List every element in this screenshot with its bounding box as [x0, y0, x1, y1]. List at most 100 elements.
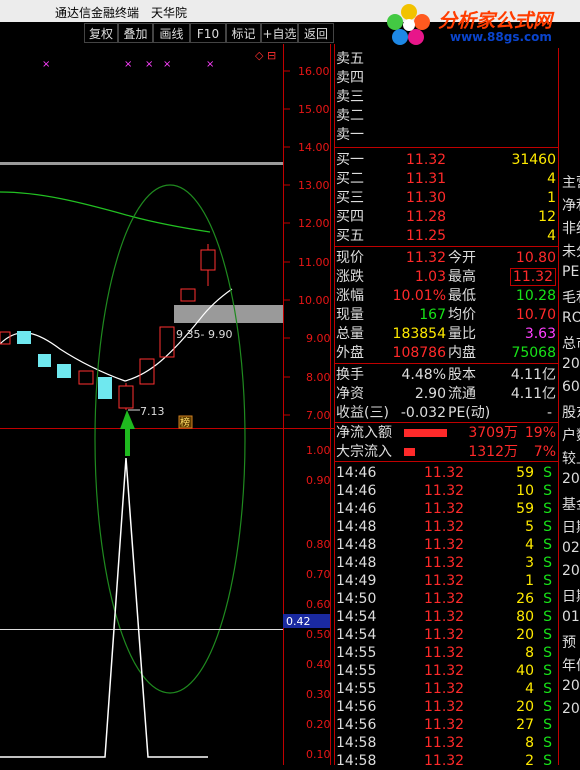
tick-cell: 4 — [525, 681, 534, 697]
tick-cell: 11.32 — [424, 501, 465, 517]
tick-cell: 4 — [525, 537, 534, 553]
add-watchlist-button[interactable]: +自选 — [261, 23, 298, 43]
tick-cell: S — [543, 537, 552, 553]
f10-item-label[interactable]: 日期 — [562, 586, 580, 606]
ma-line-green — [0, 191, 211, 233]
f10-item-label[interactable]: 股东 — [562, 402, 580, 422]
tick-cell: 11.32 — [424, 627, 465, 643]
fund-row: 净资 2.90 流通 4.11亿 — [336, 386, 556, 402]
sell-4-row: 卖四 — [336, 70, 364, 86]
buy-2-row: 买二 11.31 4 — [336, 171, 556, 187]
tick-cell: S — [543, 663, 552, 679]
site-logo: 分析家公式网 www.88gs.com — [378, 0, 580, 48]
back-button[interactable]: 返回 — [298, 23, 334, 43]
indicator-tick: 0.80 — [306, 538, 331, 551]
f10-item-label[interactable]: 总市 — [562, 333, 580, 353]
tick-cell: 59 — [516, 501, 534, 517]
tick-row: 14:50 11.32 26 S — [334, 590, 558, 608]
f10-item-label[interactable]: 净利 — [562, 195, 580, 215]
f10-item-label[interactable]: 01- — [562, 609, 580, 625]
tick-cell: 80 — [516, 609, 534, 625]
f10-item-label[interactable]: 201 — [562, 701, 580, 717]
tick-cell: S — [543, 645, 552, 661]
quote-panel: 卖五 卖四 卖三 卖二 卖一 买一 11.32 31460 买二 11.31 4 买三 1… — [334, 44, 558, 769]
f10-item-label[interactable]: 非经 — [562, 218, 580, 238]
tick-cell: 11.32 — [424, 555, 465, 571]
tick-cell: 14:48 — [336, 537, 377, 553]
tick-cell: 11.32 — [424, 753, 465, 769]
svg-text:×: × — [163, 59, 171, 70]
f10-item-label[interactable]: 户数 — [562, 425, 580, 445]
tick-cell: 2 — [525, 753, 534, 769]
price-tick: 13.00 — [298, 179, 330, 192]
svg-text:×: × — [206, 59, 214, 70]
tick-cell: 14:56 — [336, 717, 377, 733]
buy-1-row: 买一 11.32 31460 — [336, 152, 556, 168]
fuquan-button[interactable]: 复权 — [84, 23, 118, 43]
fund-row: 换手 4.48% 股本 4.11亿 — [336, 367, 556, 383]
svg-text:×: × — [124, 59, 132, 70]
event-markers: × × × × × — [42, 59, 214, 70]
tick-cell: 14:55 — [336, 681, 377, 697]
tick-cell: 8 — [525, 645, 534, 661]
indicator-tick: 0.50 — [306, 628, 331, 641]
f10-item-label[interactable]: PE — [562, 264, 579, 280]
logo-url: www.88gs.com — [450, 30, 552, 44]
f10-item-label[interactable]: 预 — [562, 632, 576, 652]
indicator-spike — [0, 457, 208, 758]
range-zone — [174, 305, 283, 323]
draw-line-button[interactable]: 画线 — [153, 23, 190, 43]
svg-text:×: × — [145, 59, 153, 70]
f10-item-label[interactable]: 主营 — [562, 172, 580, 192]
chart-options-icon[interactable]: ◇ ⊟ — [255, 49, 276, 62]
tick-cell: S — [543, 699, 552, 715]
indicator-tick: 0.60 — [306, 598, 331, 611]
tick-row: 14:56 11.32 27 S — [334, 716, 558, 734]
range-label: 9.35- 9.90 — [176, 328, 232, 341]
sell-5-row: 卖五 — [336, 51, 364, 67]
f10-item-label[interactable]: 201 — [562, 563, 580, 579]
f10-item-label[interactable]: 201 — [562, 471, 580, 487]
net-inflow-row: 净流入额 3709万 19% — [336, 425, 556, 441]
tick-cell: 14:48 — [336, 555, 377, 571]
f10-item-label[interactable]: 60 — [562, 379, 580, 395]
f10-item-label[interactable]: 毛利 — [562, 287, 580, 307]
price-tick: 8.00 — [306, 371, 331, 384]
tick-cell: 10 — [516, 483, 534, 499]
f10-button[interactable]: F10 — [190, 23, 226, 43]
tick-row: 14:46 11.32 59 S — [334, 464, 558, 482]
candles — [0, 244, 216, 410]
indicator-tick: 1.00 — [306, 444, 331, 457]
tick-cell: 14:54 — [336, 627, 377, 643]
f10-item-label[interactable]: 02- — [562, 540, 580, 556]
overlay-button[interactable]: 叠加 — [118, 23, 153, 43]
logo-title: 分析家公式网 — [438, 10, 553, 32]
tick-cell: 11.32 — [424, 717, 465, 733]
f10-item-label[interactable]: 基金 — [562, 494, 580, 514]
f10-side-panel[interactable]: 主营净利非经未分 PE 毛利 RO 总市 20 60 股东户数较上 201 基金日期 02- 201 日… — [558, 48, 580, 765]
stat-row: 总量 183854 量比 3.63 — [336, 326, 556, 342]
buy-5-row: 买五 11.25 4 — [336, 228, 556, 244]
mark-button[interactable]: 标记 — [226, 23, 261, 43]
tick-cell: 11.32 — [424, 483, 465, 499]
f10-item-label[interactable]: RO — [562, 310, 580, 326]
tick-cell: 26 — [516, 591, 534, 607]
tick-cell: S — [543, 681, 552, 697]
tick-cell: S — [543, 753, 552, 769]
app-title: 通达信金融终端 — [55, 6, 140, 20]
price-tick: 11.00 — [298, 256, 330, 269]
chart-toolbar: 复权 叠加 画线 F10 标记 +自选 返回 — [0, 22, 334, 44]
f10-item-label[interactable]: 较上 — [562, 448, 580, 468]
tick-cell: 11.32 — [424, 663, 465, 679]
tick-row: 14:58 11.32 2 S — [334, 752, 558, 770]
indicator-tick: 0.20 — [306, 718, 331, 731]
tick-cell: 14:46 — [336, 465, 377, 481]
f10-item-label[interactable]: 未分 — [562, 241, 580, 261]
f10-item-label[interactable]: 20 — [562, 356, 580, 372]
f10-item-label[interactable]: 日期 — [562, 517, 580, 537]
kline-chart[interactable]: × × × × × ◇ ⊟ 16.00 15.00 14.00 13.00 12.00 … — [0, 44, 334, 765]
tick-row: 14:56 11.32 20 S — [334, 698, 558, 716]
f10-item-label[interactable]: 年份 — [562, 655, 580, 675]
f10-item-label[interactable]: 201 — [562, 678, 580, 694]
stat-row: 涨幅 10.01% 最低 10.28 — [336, 288, 556, 304]
